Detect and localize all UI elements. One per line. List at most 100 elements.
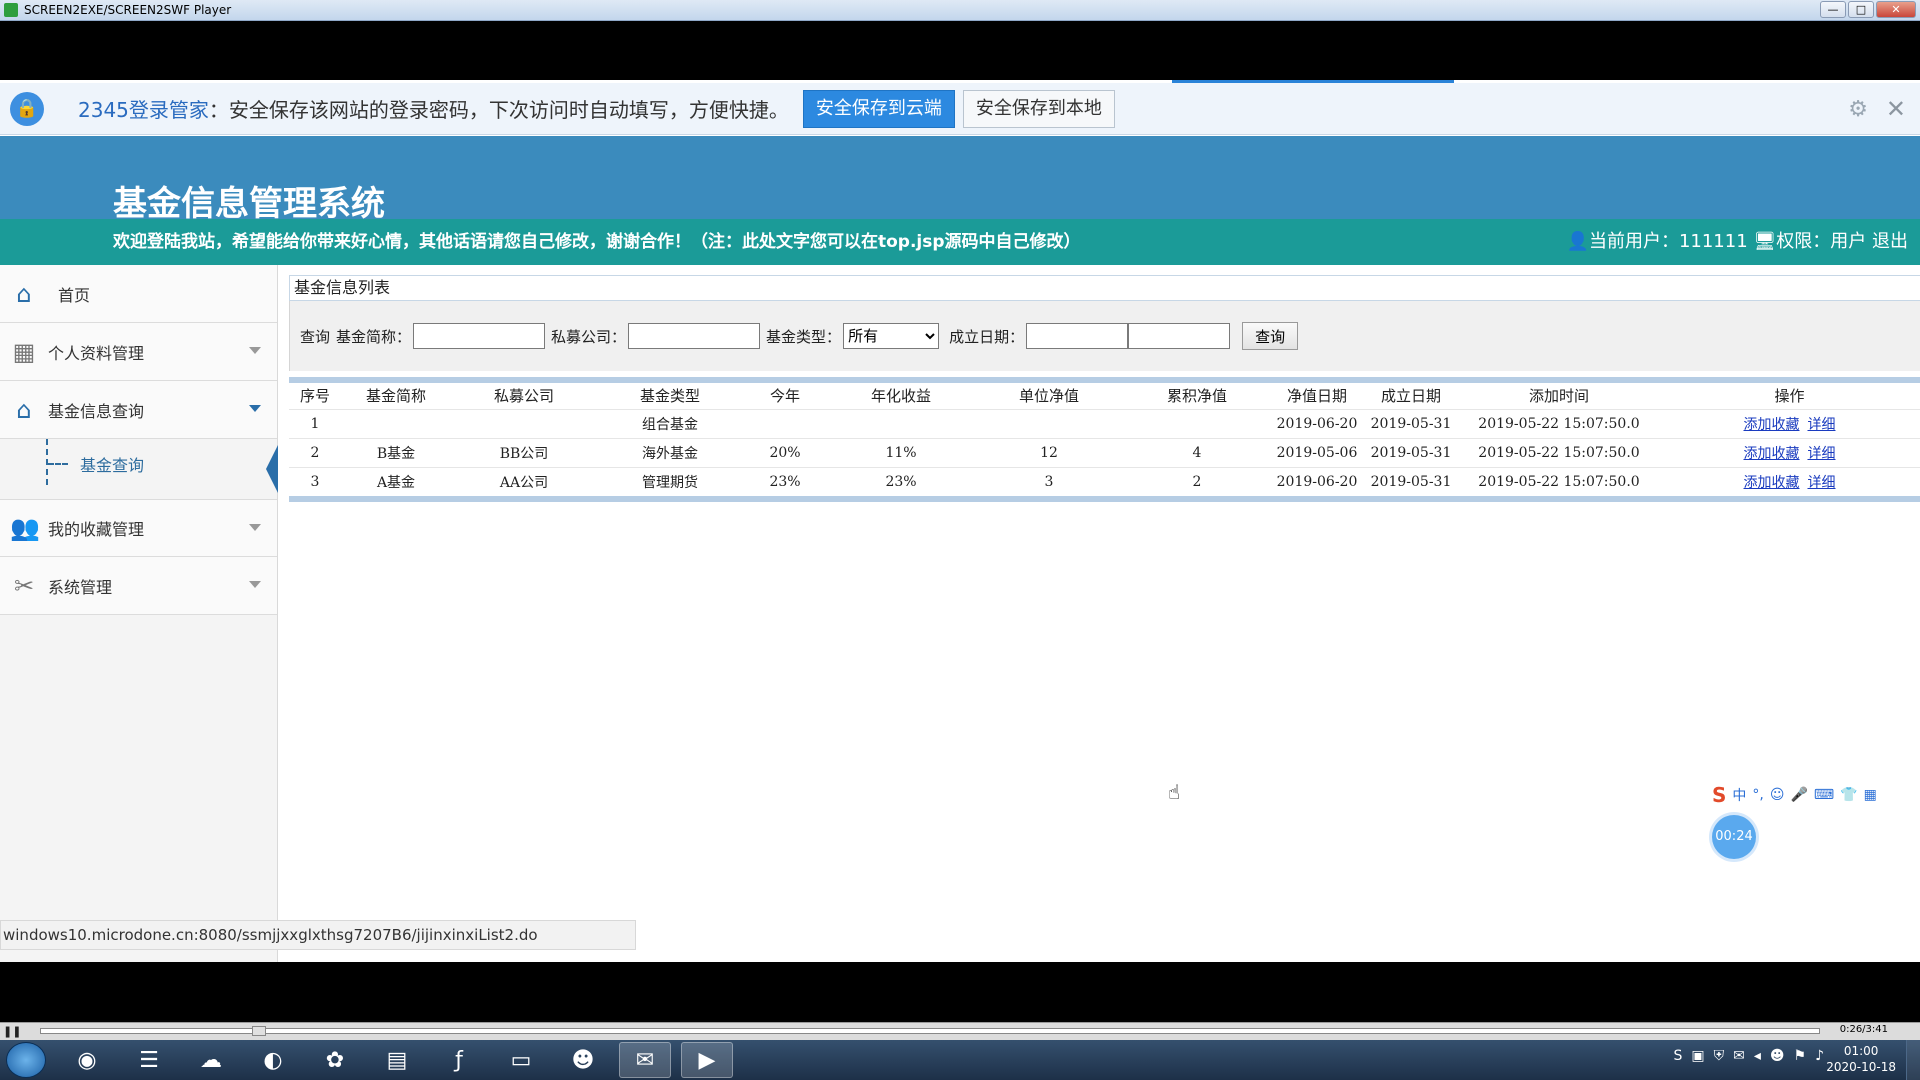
player-icon[interactable]: ▶ xyxy=(681,1042,733,1078)
cell-actions: 添加收藏 详细 xyxy=(1659,408,1920,438)
cell-nav-date: 2019-06-20 xyxy=(1271,408,1363,438)
cell-ytd: 23% xyxy=(743,466,827,496)
chrome-icon[interactable]: ◉ xyxy=(61,1042,113,1078)
cell-established-date: 2019-05-31 xyxy=(1363,466,1459,496)
ime-logo[interactable]: S xyxy=(1712,783,1726,807)
menu-grid-icon[interactable]: ▦ xyxy=(1864,787,1877,803)
chart-app-icon[interactable]: ▤ xyxy=(371,1042,423,1078)
cell-fund-name xyxy=(341,408,451,438)
cell-fund-type: 管理期货 xyxy=(597,466,743,496)
punctuation-icon[interactable]: °, xyxy=(1752,787,1763,803)
detail-link[interactable]: 详细 xyxy=(1808,446,1836,462)
site-header: 基金信息管理系统 xyxy=(0,136,1920,224)
cell-annual-return xyxy=(827,408,975,438)
fund-type-label: 基金类型： xyxy=(766,327,842,346)
microphone-icon[interactable]: 🎤 xyxy=(1790,787,1807,803)
minimize-button[interactable]: — xyxy=(1820,1,1846,18)
maximize-button[interactable]: □ xyxy=(1848,1,1874,18)
taskbar-clock[interactable]: 01:00 2020-10-18 xyxy=(1826,1043,1896,1075)
sidebar-item-fund-query[interactable]: ⌂ 基金信息查询 xyxy=(0,381,277,439)
sidebar-item-label: 我的收藏管理 xyxy=(48,520,145,539)
browser-viewport: 🔒 2345登录管家：安全保存该网站的登录密码，下次访问时自动填写，方便快捷。 … xyxy=(0,80,1920,962)
detail-link[interactable]: 详细 xyxy=(1808,417,1836,433)
wechat-icon[interactable]: ✉ xyxy=(619,1042,671,1078)
sidebar-item-system[interactable]: ✂ 系统管理 xyxy=(0,557,277,615)
date-start-input[interactable] xyxy=(1026,323,1129,349)
app-icon[interactable]: ☰ xyxy=(123,1042,175,1078)
fund-table: 序号 基金简称 私募公司 基金类型 今年 年化收益 单位净值 累积净值 净值日期… xyxy=(289,383,1920,496)
cell-nav-date: 2019-06-20 xyxy=(1271,466,1363,496)
sidebar-item-label: 系统管理 xyxy=(48,577,113,597)
shield-tray-icon[interactable]: ⛨ xyxy=(1714,1048,1725,1064)
column-header: 序号 xyxy=(289,383,341,409)
grid-icon: ▦ xyxy=(12,337,36,366)
cell-fund-name: B基金 xyxy=(341,437,451,467)
detail-link[interactable]: 详细 xyxy=(1808,475,1836,491)
qq-icon[interactable]: ☻ xyxy=(557,1042,609,1078)
clock-time: 01:00 xyxy=(1843,1044,1879,1058)
column-header: 添加时间 xyxy=(1459,383,1659,409)
chevron-down-icon xyxy=(249,581,261,588)
system-tray: S ▣ ⛨ ✉ ◂ ☻ ⚑ ♪ xyxy=(1674,1048,1825,1064)
logout-link[interactable]: 退出 xyxy=(1872,231,1908,252)
sidebar-item-home[interactable]: ⌂ 首页 xyxy=(0,265,277,323)
role-icon: 🖥 xyxy=(1753,231,1777,252)
keyboard-icon[interactable]: ⌨ xyxy=(1814,787,1834,803)
sidebar-subitem-fund-search[interactable]: 基金查询 xyxy=(0,439,278,499)
network-tray-icon[interactable]: ▣ xyxy=(1691,1048,1704,1064)
column-header: 基金类型 xyxy=(597,383,743,409)
browser-icon[interactable]: ◐ xyxy=(247,1042,299,1078)
company-label: 私募公司： xyxy=(551,327,627,346)
chevron-down-icon xyxy=(249,524,261,531)
query-button[interactable]: 查询 xyxy=(1242,322,1299,350)
cell-added-time: 2019-05-22 15:07:50.0 xyxy=(1459,437,1659,467)
skin-icon[interactable]: 👕 xyxy=(1840,787,1857,803)
sogou-tray-icon[interactable]: S xyxy=(1674,1048,1683,1064)
cell-company: BB公司 xyxy=(451,437,597,467)
hand-cursor-icon: ☝ xyxy=(1168,780,1181,804)
wechat-tray-icon[interactable]: ✉ xyxy=(1733,1048,1745,1064)
save-to-local-button[interactable]: 安全保存到本地 xyxy=(962,89,1115,128)
baidu-netdisk-icon[interactable]: ☁ xyxy=(185,1042,237,1078)
add-favorite-link[interactable]: 添加收藏 xyxy=(1744,417,1800,433)
user-icon: 👤 xyxy=(1566,231,1589,252)
sidebar-item-favorites[interactable]: 👥 我的收藏管理 xyxy=(0,499,277,557)
gear-icon[interactable]: ⚙ xyxy=(1848,97,1868,122)
start-button[interactable] xyxy=(6,1042,46,1078)
save-to-cloud-button[interactable]: 安全保存到云端 xyxy=(802,89,955,128)
recording-timer[interactable]: 00:24 xyxy=(1712,815,1756,859)
clock-date: 2020-10-18 xyxy=(1826,1060,1896,1074)
sidebar-subitem-label[interactable]: 基金查询 xyxy=(80,452,144,476)
sidebar-item-profile[interactable]: ▦ 个人资料管理 xyxy=(0,323,277,381)
close-window-button[interactable]: ✕ xyxy=(1876,1,1916,18)
cell-nav-date: 2019-05-06 xyxy=(1271,437,1363,467)
company-input[interactable] xyxy=(628,323,761,349)
green-browser-icon[interactable]: ✿ xyxy=(309,1042,361,1078)
column-header: 单位净值 xyxy=(975,383,1123,409)
column-header: 净值日期 xyxy=(1271,383,1363,409)
cell-cumulative-nav: 2 xyxy=(1123,466,1271,496)
close-icon[interactable]: ✕ xyxy=(1886,95,1906,123)
flash-icon[interactable]: ƒ xyxy=(433,1042,485,1078)
show-desktop-button[interactable] xyxy=(1906,1040,1920,1080)
speaker-tray-icon[interactable]: ♪ xyxy=(1815,1048,1824,1064)
add-favorite-link[interactable]: 添加收藏 xyxy=(1744,446,1800,462)
column-header: 基金简称 xyxy=(341,383,451,409)
ime-toolbar: S 中 °, ☺ 🎤 ⌨ 👕 ▦ xyxy=(1712,780,1920,810)
qq-tray-icon[interactable]: ☻ xyxy=(1770,1048,1785,1064)
folder-icon[interactable]: ▭ xyxy=(495,1042,547,1078)
seek-thumb[interactable] xyxy=(252,1026,266,1036)
flag-tray-icon[interactable]: ⚑ xyxy=(1794,1048,1807,1064)
active-marker-icon xyxy=(266,445,278,493)
window-title: SCREEN2EXE/SCREEN2SWF Player xyxy=(24,3,232,17)
volume-tray-icon[interactable]: ◂ xyxy=(1754,1048,1761,1064)
emoji-icon[interactable]: ☺ xyxy=(1770,787,1785,803)
fund-type-select[interactable]: 所有 xyxy=(843,323,940,349)
seek-track[interactable] xyxy=(40,1028,1820,1034)
add-favorite-link[interactable]: 添加收藏 xyxy=(1744,475,1800,491)
pause-icon[interactable]: ❚❚ xyxy=(3,1025,21,1038)
ime-mode[interactable]: 中 xyxy=(1732,785,1746,805)
date-end-input[interactable] xyxy=(1128,323,1231,349)
column-header: 累积净值 xyxy=(1123,383,1271,409)
fund-name-input[interactable] xyxy=(413,323,546,349)
